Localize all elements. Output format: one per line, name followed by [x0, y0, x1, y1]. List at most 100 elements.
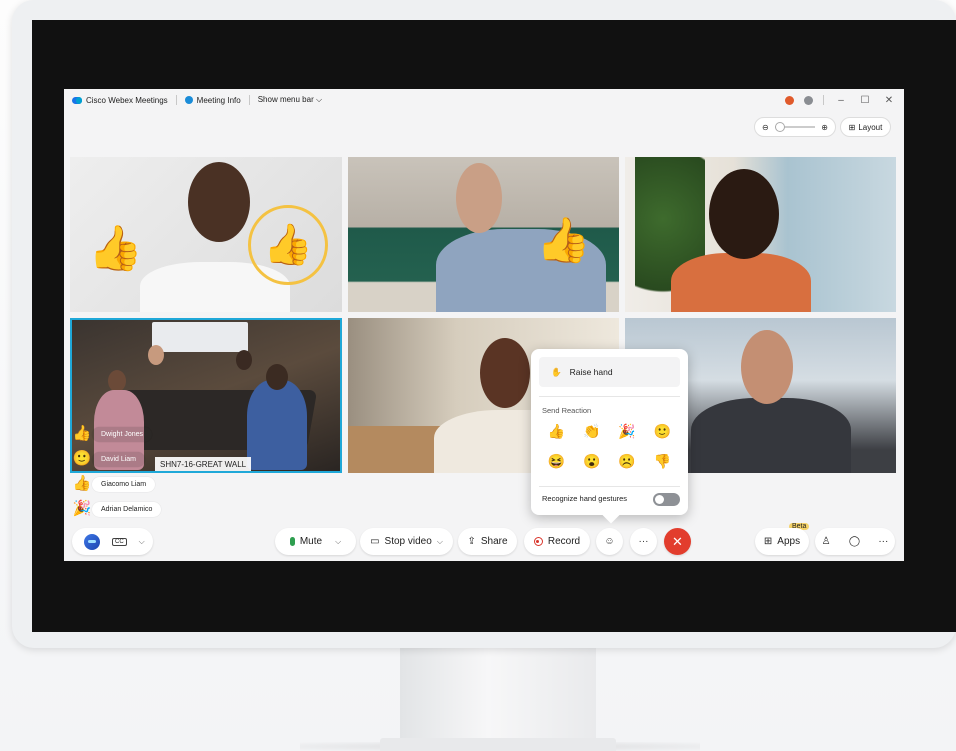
- smile-reaction-icon[interactable]: 🙂: [645, 421, 680, 441]
- video-tile-4-active[interactable]: [70, 318, 342, 473]
- recognize-gestures-toggle[interactable]: [653, 493, 680, 506]
- mute-button[interactable]: Mute ⌵: [275, 528, 356, 555]
- participant-body: [671, 253, 811, 312]
- apps-button[interactable]: ⊞ Apps: [755, 528, 809, 555]
- stop-video-button[interactable]: ▭ Stop video ⌵: [360, 528, 453, 555]
- apps-grid-icon: ⊞: [763, 536, 773, 547]
- product-photo: Cisco Webex Meetings Meeting Info Show m…: [0, 0, 956, 751]
- video-zoom-control: ⊖ ⊕: [754, 117, 836, 137]
- reactions-popup: ✋ Raise hand Send Reaction 👍 👏 🎉 🙂 😆 😮 ☹…: [531, 349, 688, 515]
- chat-icon[interactable]: ◯: [849, 536, 860, 547]
- more-icon: ···: [638, 536, 649, 547]
- webex-window: Cisco Webex Meetings Meeting Info Show m…: [64, 89, 904, 561]
- share-button[interactable]: ⇪ Share: [458, 528, 517, 555]
- participant-body: [247, 380, 307, 470]
- stop-video-label: Stop video: [384, 536, 432, 547]
- chevron-down-icon[interactable]: ⌵: [437, 537, 443, 547]
- video-tile-3[interactable]: [625, 157, 896, 312]
- celebrate-reaction-icon[interactable]: 🎉: [610, 421, 645, 441]
- sad-reaction-icon[interactable]: ☹️: [610, 451, 645, 471]
- participant-head: [148, 345, 164, 365]
- record-icon: [533, 537, 543, 546]
- record-label: Record: [547, 536, 581, 547]
- chevron-down-icon[interactable]: ⌵: [139, 537, 145, 547]
- mute-label: Mute: [299, 536, 323, 547]
- video-tile-2[interactable]: 👍: [348, 157, 619, 312]
- maximize-button[interactable]: ☐: [858, 95, 872, 106]
- right-controls: ♙ ◯ ···: [815, 528, 895, 555]
- recording-indicator-icon: [785, 95, 794, 105]
- participant-head: [266, 364, 288, 390]
- info-shield-icon: [184, 96, 193, 104]
- zoom-slider-handle[interactable]: [775, 122, 785, 132]
- close-icon: ✕: [672, 533, 683, 549]
- clap-reaction-icon[interactable]: 👏: [574, 421, 609, 441]
- smile-icon: 🙂: [72, 450, 92, 467]
- share-label: Share: [480, 536, 508, 547]
- reactions-button[interactable]: ☺: [596, 528, 623, 555]
- end-call-button[interactable]: ✕: [664, 528, 691, 555]
- more-options-button[interactable]: ···: [630, 528, 657, 555]
- thumbs-up-icon: 👍: [72, 475, 92, 492]
- assistant-bot-icon[interactable]: [84, 533, 100, 550]
- video-tile-1[interactable]: 👍 👍: [70, 157, 342, 312]
- participant-head: [709, 169, 779, 259]
- zoom-slider[interactable]: [775, 122, 815, 132]
- status-indicator-icon: [804, 95, 813, 105]
- show-menu-bar-button[interactable]: Show menu bar ⌵: [250, 89, 330, 111]
- meeting-info-button[interactable]: Meeting Info: [177, 89, 249, 111]
- app-title: Cisco Webex Meetings: [64, 89, 176, 111]
- share-icon: ⇪: [467, 536, 476, 547]
- minimize-button[interactable]: –: [834, 95, 848, 106]
- apps-label: Apps: [777, 536, 801, 547]
- show-menu-bar-label: Show menu bar ⌵: [257, 95, 323, 104]
- zoom-out-icon[interactable]: ⊖: [762, 123, 769, 132]
- camera-icon: ▭: [370, 536, 380, 547]
- close-window-button[interactable]: ✕: [882, 95, 896, 106]
- participants-icon[interactable]: ♙: [822, 536, 831, 547]
- raise-hand-label: Raise hand: [569, 367, 613, 377]
- participant-body: [691, 398, 851, 473]
- thumbs-up-reaction-icon: 👍: [536, 216, 591, 265]
- room-display: [152, 322, 248, 352]
- grid-icon: ⊞: [848, 122, 856, 132]
- app-name: Cisco Webex Meetings: [86, 95, 168, 105]
- assistant-controls: CC ⌵: [72, 528, 153, 555]
- thumbs-up-reaction-icon: 👍: [248, 205, 328, 285]
- monitor-foot: [380, 738, 616, 751]
- raise-hand-button[interactable]: ✋ Raise hand: [539, 357, 680, 387]
- participant-name: Dwight Jones: [92, 427, 153, 442]
- divider: [539, 396, 680, 397]
- title-bar: Cisco Webex Meetings Meeting Info Show m…: [64, 89, 904, 111]
- meeting-info-label: Meeting Info: [196, 95, 241, 105]
- participant-name: Giacomo Liam: [92, 477, 156, 492]
- reaction-emoji-grid: 👍 👏 🎉 🙂 😆 😮 ☹️ 👎: [539, 421, 680, 471]
- participant-name: David Liam: [92, 452, 146, 467]
- window-controls: – ☐ ✕: [785, 89, 896, 111]
- laugh-reaction-icon[interactable]: 😆: [539, 451, 574, 471]
- layout-label: Layout: [858, 122, 883, 132]
- thumbs-up-reaction-icon[interactable]: 👍: [539, 421, 574, 441]
- chevron-down-icon[interactable]: ⌵: [335, 537, 341, 547]
- record-button[interactable]: Record: [524, 528, 590, 555]
- party-popper-icon: 🎉: [72, 500, 92, 517]
- thumbs-up-icon: 👍: [72, 425, 92, 442]
- hand-icon: ✋: [551, 366, 562, 377]
- thumbs-up-gesture-icon: 👍: [88, 224, 143, 273]
- smile-icon: ☺: [604, 536, 615, 547]
- participant-head: [741, 330, 793, 404]
- participant-name: Adrian Delamico: [92, 502, 162, 517]
- closed-captions-button[interactable]: CC: [112, 537, 127, 546]
- webex-logo-icon: [72, 96, 82, 104]
- participant-head: [480, 338, 530, 408]
- zoom-in-icon[interactable]: ⊕: [821, 123, 828, 132]
- divider: [539, 486, 680, 487]
- layout-button[interactable]: ⊞ Layout: [840, 117, 891, 137]
- more-icon[interactable]: ···: [878, 536, 888, 547]
- participant-head: [108, 370, 126, 392]
- room-name-label: SHN7-16-GREAT WALL: [155, 457, 252, 471]
- participant-head: [236, 350, 252, 370]
- surprised-reaction-icon[interactable]: 😮: [574, 451, 609, 471]
- participant-head: [456, 163, 502, 233]
- thumbs-down-reaction-icon[interactable]: 👎: [645, 451, 680, 471]
